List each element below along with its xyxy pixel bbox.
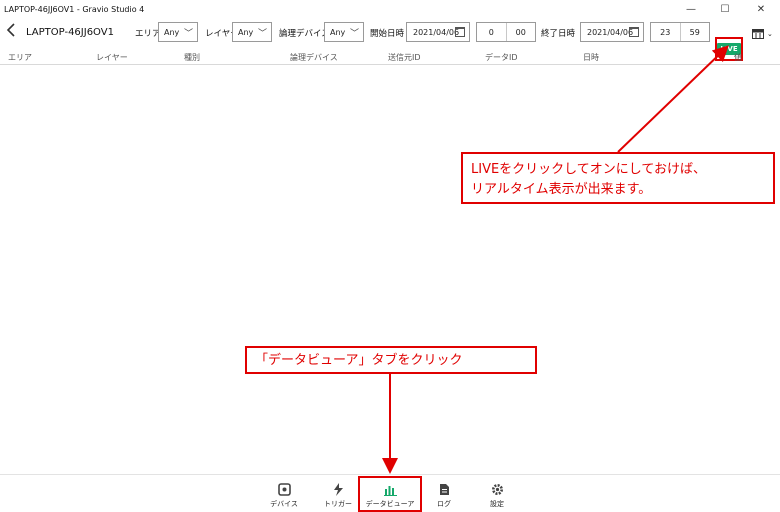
start-date-value: 2021/04/06 — [413, 27, 460, 37]
end-date-picker[interactable]: 2021/04/06 — [580, 22, 644, 42]
device-icon — [277, 482, 291, 496]
column-header-data-id[interactable]: データID — [485, 52, 518, 63]
nav-settings-label: 設定 — [490, 500, 504, 508]
calendar-icon — [629, 27, 639, 37]
logical-device-select[interactable]: Any ﹀ — [324, 22, 364, 42]
area-select[interactable]: Any ﹀ — [158, 22, 198, 42]
nav-triggers-label: トリガー — [324, 500, 352, 508]
title-bar: LAPTOP-46JJ6OV1 - Gravio Studio 4 — [0, 0, 780, 18]
filter-toolbar: LAPTOP-46JJ6OV1 エリア Any ﹀ レイヤー Any ﹀ 論理デ… — [0, 19, 780, 61]
chevron-down-icon: ﹀ — [349, 29, 359, 39]
area-select-value: Any — [164, 27, 180, 37]
column-header-type[interactable]: 種別 — [184, 52, 200, 63]
chevron-down-icon: ﹀ — [183, 29, 193, 39]
annotation-arrows — [382, 45, 729, 474]
logical-device-select-value: Any — [330, 27, 346, 37]
live-instruction-callout: LIVEをクリックしてオンにしておけば、 リアルタイム表示が出来ます。 — [461, 152, 775, 204]
minimize-button[interactable]: — — [674, 0, 708, 18]
nav-settings[interactable]: 設定 — [467, 480, 527, 512]
end-datetime-label: 終了日時 — [541, 29, 576, 39]
back-button[interactable] — [6, 23, 16, 41]
table-header: エリア レイヤー 種別 論理デバイス 送信元ID データID 日時 値 — [0, 49, 780, 65]
end-minute[interactable]: 59 — [679, 23, 710, 41]
end-time-picker[interactable]: 23 59 — [650, 22, 710, 42]
live-note-line2: リアルタイム表示が出来ます。 — [471, 182, 652, 197]
maximize-button[interactable]: ☐ — [708, 0, 742, 18]
layer-select[interactable]: Any ﹀ — [232, 22, 272, 42]
close-icon: ✕ — [756, 3, 766, 15]
nav-logs-label: ログ — [437, 500, 451, 508]
end-date-value: 2021/04/06 — [587, 27, 634, 37]
device-name: LAPTOP-46JJ6OV1 — [26, 27, 114, 38]
view-layout-menu[interactable]: ⌄ — [752, 27, 776, 41]
nav-logs[interactable]: ログ — [414, 480, 474, 512]
data-viewer-highlight-frame — [358, 476, 422, 512]
chevron-down-icon: ⌄ — [767, 30, 773, 38]
chevron-down-icon: ﹀ — [257, 29, 267, 39]
nav-devices[interactable]: デバイス — [254, 480, 314, 512]
logical-device-label: 論理デバイス — [279, 29, 330, 39]
live-note-line1: LIVEをクリックしてオンにしておけば、 — [471, 162, 707, 177]
start-time-picker[interactable]: 0 00 — [476, 22, 536, 42]
settings-gear-icon — [490, 482, 504, 496]
grid-layout-icon — [752, 29, 764, 39]
window-title: LAPTOP-46JJ6OV1 - Gravio Studio 4 — [4, 4, 145, 14]
tab-instruction-callout: 「データビューア」タブをクリック — [245, 346, 537, 374]
column-header-sender-id[interactable]: 送信元ID — [388, 52, 421, 63]
area-label: エリア — [135, 29, 161, 39]
start-date-picker[interactable]: 2021/04/06 — [406, 22, 470, 42]
maximize-icon: ☐ — [720, 3, 730, 15]
column-header-datetime[interactable]: 日時 — [583, 52, 599, 63]
nav-devices-label: デバイス — [270, 500, 298, 508]
chevron-left-icon — [6, 23, 15, 37]
log-icon — [437, 482, 451, 496]
column-header-area[interactable]: エリア — [8, 52, 32, 63]
start-minute[interactable]: 00 — [505, 23, 536, 41]
layer-select-value: Any — [238, 27, 254, 37]
start-datetime-label: 開始日時 — [370, 29, 405, 39]
calendar-icon — [455, 27, 465, 37]
column-header-value[interactable]: 値 — [734, 52, 742, 63]
end-hour[interactable]: 23 — [651, 23, 680, 41]
tab-note: 「データビューア」タブをクリック — [255, 353, 463, 368]
minimize-icon: — — [686, 3, 696, 15]
start-hour[interactable]: 0 — [477, 23, 506, 41]
close-button[interactable]: ✕ — [744, 0, 778, 18]
column-header-layer[interactable]: レイヤー — [96, 52, 128, 63]
trigger-icon — [331, 482, 345, 496]
column-header-logical-device[interactable]: 論理デバイス — [290, 52, 338, 63]
